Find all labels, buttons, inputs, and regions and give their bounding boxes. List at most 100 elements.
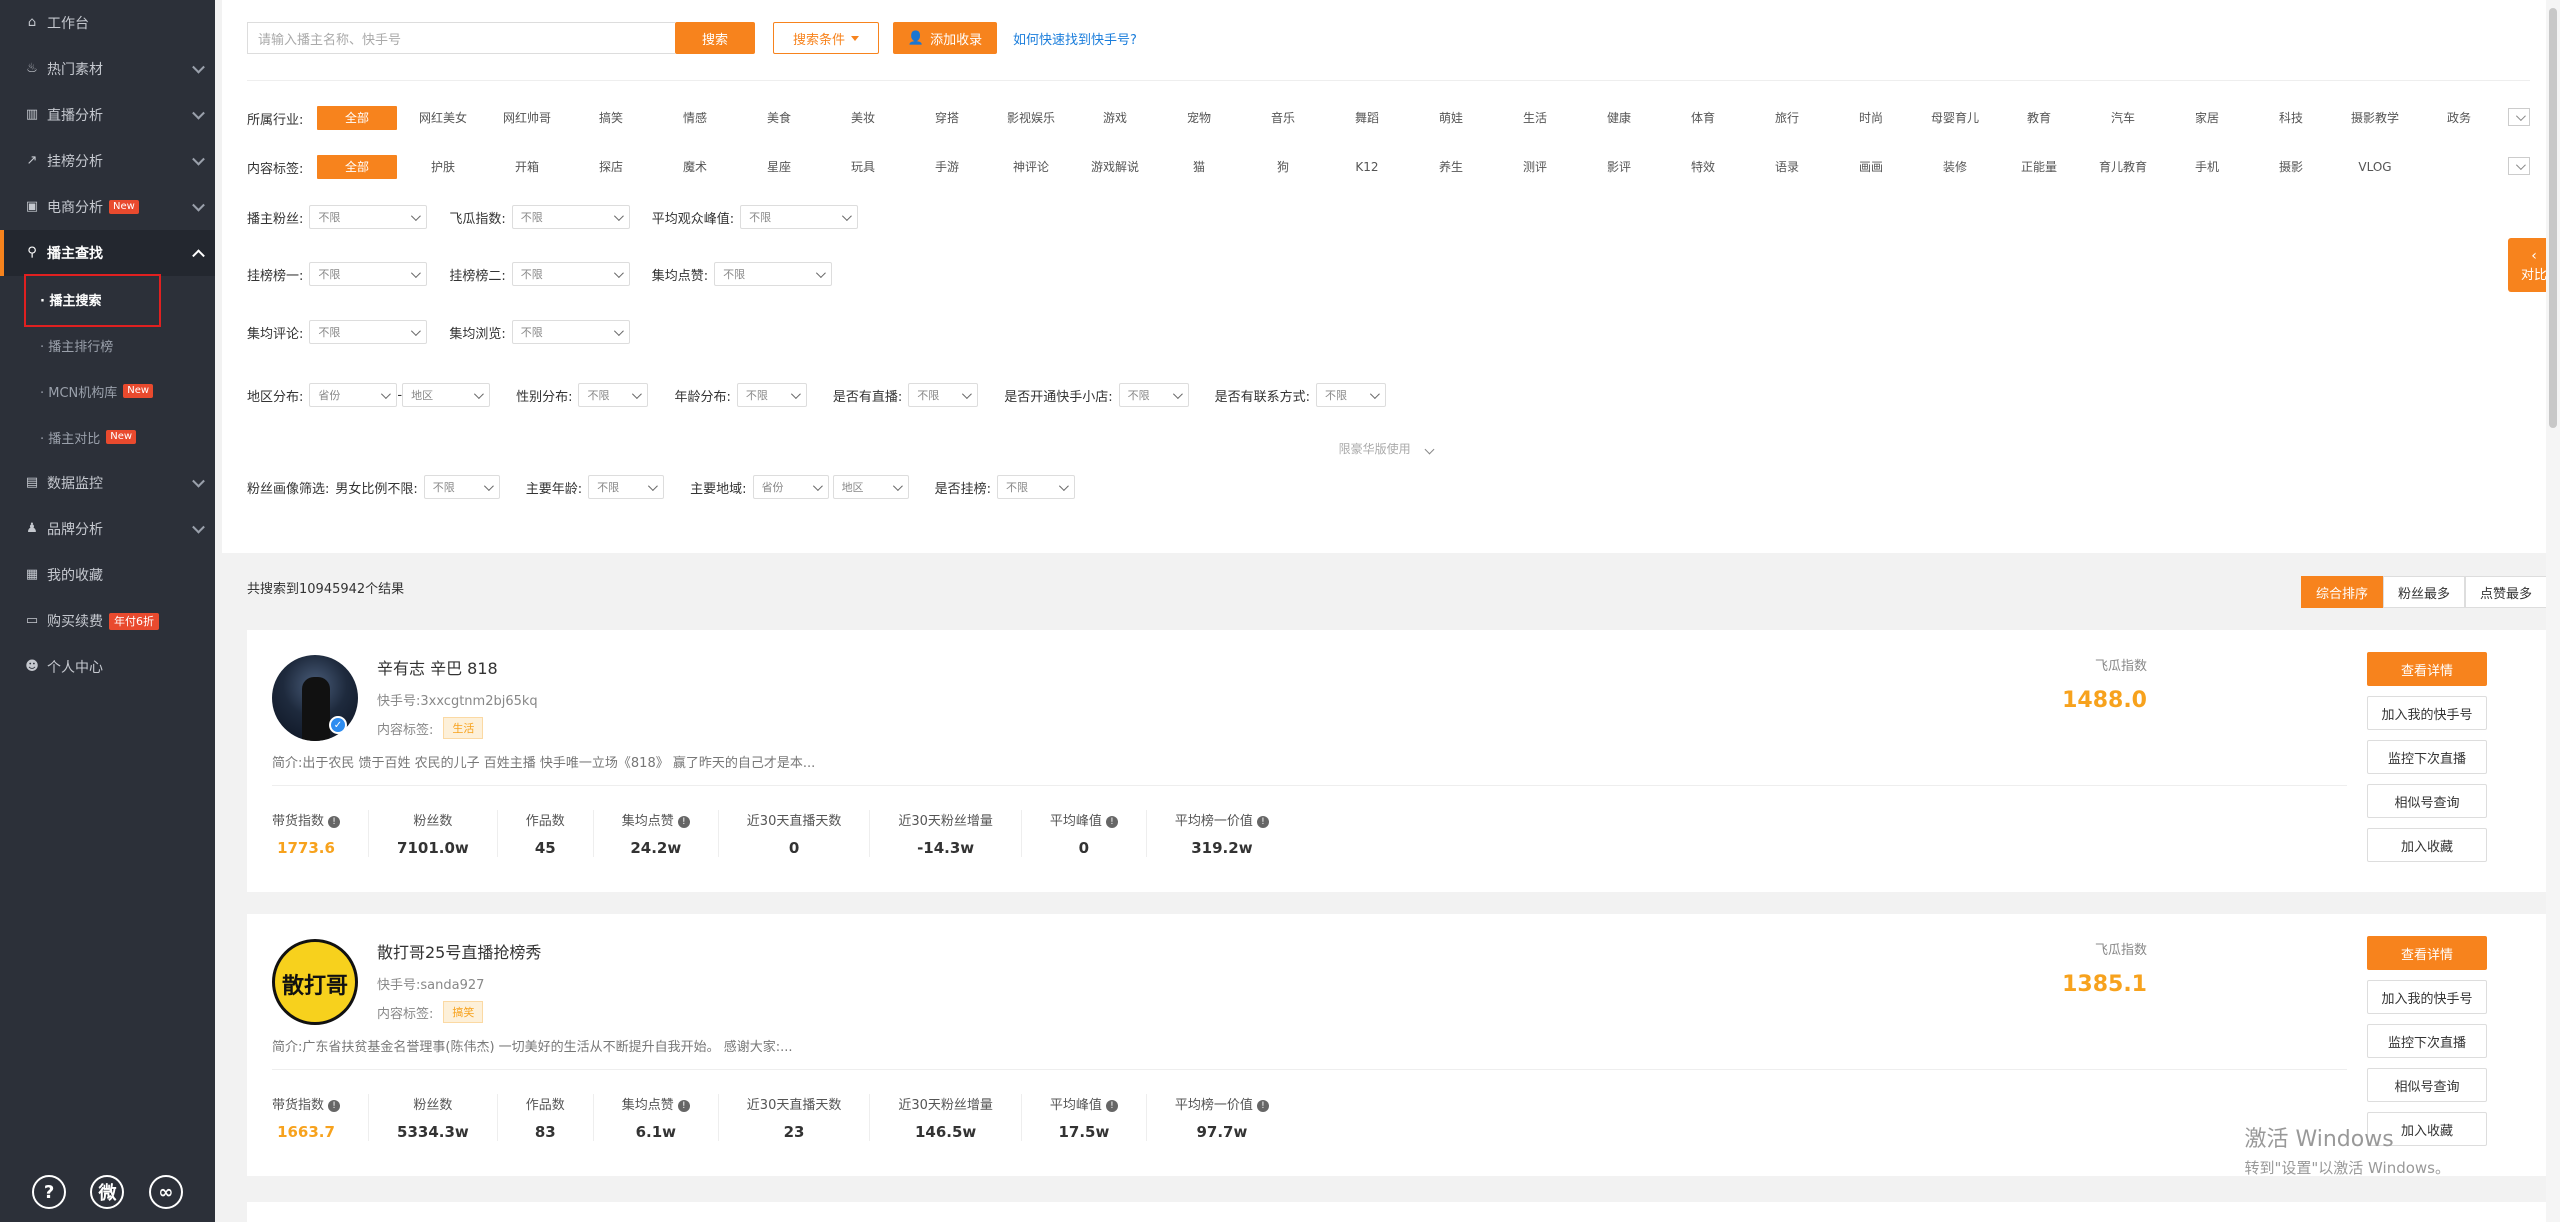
influencer-name[interactable]: 散打哥25号直播抢榜秀: [377, 939, 541, 963]
content-chip[interactable]: 装修: [1913, 155, 1997, 179]
content-chip[interactable]: 摄影: [2249, 155, 2333, 179]
sidebar-item-user[interactable]: ☻ 个人中心: [0, 644, 215, 690]
scrollbar[interactable]: [2546, 0, 2560, 1222]
content-chip[interactable]: 全部: [317, 155, 397, 179]
action-button[interactable]: 加入收藏: [2367, 828, 2487, 862]
expand-industry-icon[interactable]: [2508, 108, 2530, 126]
search-conditions-button[interactable]: 搜索条件: [773, 22, 879, 54]
filter-dropdown[interactable]: 不限: [714, 262, 833, 286]
industry-chip[interactable]: 母婴育儿: [1913, 106, 1997, 130]
content-chip[interactable]: 手机: [2165, 155, 2249, 179]
industry-chip[interactable]: 全部: [317, 106, 397, 130]
search-button[interactable]: 搜索: [675, 22, 755, 54]
sidebar-item-home[interactable]: ⌂ 工作台: [0, 0, 215, 46]
filter-dropdown[interactable]: 不限: [588, 475, 665, 499]
filter-dropdown[interactable]: 不限: [423, 475, 500, 499]
industry-chip[interactable]: 穿搭: [905, 106, 989, 130]
content-chip[interactable]: 猫: [1157, 155, 1241, 179]
filter-dropdown[interactable]: 不限: [309, 320, 428, 344]
industry-chip[interactable]: 情感: [653, 106, 737, 130]
info-icon[interactable]: !: [677, 815, 690, 828]
action-button[interactable]: 相似号查询: [2367, 784, 2487, 818]
sort-tab[interactable]: 粉丝最多: [2382, 576, 2465, 608]
industry-chip[interactable]: 旅行: [1745, 106, 1829, 130]
action-button[interactable]: 监控下次直播: [2367, 740, 2487, 774]
info-icon[interactable]: !: [1105, 815, 1118, 828]
industry-chip[interactable]: 宠物: [1157, 106, 1241, 130]
sidebar-item-shop[interactable]: ▣ 电商分析 New: [0, 184, 215, 230]
content-chip[interactable]: 正能量: [1997, 155, 2081, 179]
industry-chip[interactable]: 体育: [1661, 106, 1745, 130]
industry-chip[interactable]: 美食: [737, 106, 821, 130]
filter-dropdown[interactable]: 不限: [996, 475, 1075, 499]
content-chip[interactable]: 测评: [1493, 155, 1577, 179]
content-chip[interactable]: 开箱: [485, 155, 569, 179]
sidebar-item-trend[interactable]: ↗ 挂榜分析: [0, 138, 215, 184]
filter-dropdown[interactable]: 不限: [511, 205, 630, 229]
filter-dropdown[interactable]: 地区: [402, 383, 491, 407]
filter-dropdown[interactable]: 地区: [832, 475, 909, 499]
filter-dropdown[interactable]: 不限: [908, 383, 979, 407]
industry-chip[interactable]: 音乐: [1241, 106, 1325, 130]
sidebar-item-bar-chart[interactable]: ▥ 直播分析: [0, 92, 215, 138]
add-record-button[interactable]: 👤 添加收录: [893, 22, 997, 54]
industry-chip[interactable]: 网红帅哥: [485, 106, 569, 130]
help-icon[interactable]: ?: [32, 1175, 67, 1209]
content-chip[interactable]: 星座: [737, 155, 821, 179]
filter-dropdown[interactable]: 不限: [1316, 383, 1387, 407]
content-chip[interactable]: 养生: [1409, 155, 1493, 179]
search-input[interactable]: 请输入播主名称、快手号: [247, 22, 675, 54]
industry-chip[interactable]: 美妆: [821, 106, 905, 130]
sidebar-item-fire[interactable]: ♨ 热门素材: [0, 46, 215, 92]
chevron-down-icon[interactable]: [1424, 444, 1435, 455]
action-button[interactable]: 加入我的快手号: [2367, 980, 2487, 1014]
sidebar-sub-item[interactable]: · 播主搜索: [0, 274, 215, 327]
sidebar-item-search[interactable]: ⚲ 播主查找: [0, 230, 215, 276]
filter-dropdown[interactable]: 不限: [578, 383, 649, 407]
industry-chip[interactable]: 萌娃: [1409, 106, 1493, 130]
content-chip[interactable]: 特效: [1661, 155, 1745, 179]
content-chip[interactable]: 游戏解说: [1073, 155, 1157, 179]
filter-dropdown[interactable]: 不限: [511, 262, 630, 286]
info-icon[interactable]: !: [1256, 1099, 1269, 1112]
action-button[interactable]: 相似号查询: [2367, 1068, 2487, 1102]
content-chip[interactable]: VLOG: [2333, 155, 2417, 179]
industry-chip[interactable]: 摄影教学: [2333, 106, 2417, 130]
filter-dropdown[interactable]: 不限: [309, 262, 428, 286]
industry-chip[interactable]: 家居: [2165, 106, 2249, 130]
link-icon[interactable]: ∞: [148, 1175, 183, 1209]
industry-chip[interactable]: 网红美女: [401, 106, 485, 130]
scrollbar-thumb[interactable]: [2549, 8, 2557, 428]
avatar[interactable]: 散打哥: [272, 939, 358, 1025]
sort-tab[interactable]: 综合排序: [2300, 576, 2383, 608]
action-button[interactable]: 查看详情: [2367, 652, 2487, 686]
sidebar-sub-item[interactable]: · MCN机构库 New: [0, 368, 215, 414]
content-chip[interactable]: 语录: [1745, 155, 1829, 179]
filter-dropdown[interactable]: 省份: [752, 475, 829, 499]
industry-chip[interactable]: 教育: [1997, 106, 2081, 130]
filter-dropdown[interactable]: 不限: [309, 205, 428, 229]
industry-chip[interactable]: 时尚: [1829, 106, 1913, 130]
info-icon[interactable]: !: [328, 1099, 341, 1112]
filter-dropdown[interactable]: 不限: [740, 205, 859, 229]
sidebar-item-favorite[interactable]: ▦ 我的收藏: [0, 552, 215, 598]
action-button[interactable]: 查看详情: [2367, 936, 2487, 970]
sidebar-sub-item[interactable]: · 播主排行榜: [0, 322, 215, 368]
content-chip[interactable]: 影评: [1577, 155, 1661, 179]
action-button[interactable]: 加入我的快手号: [2367, 696, 2487, 730]
filter-dropdown[interactable]: 不限: [736, 383, 807, 407]
info-icon[interactable]: !: [1105, 1099, 1118, 1112]
content-chip[interactable]: 玩具: [821, 155, 905, 179]
content-chip[interactable]: 手游: [905, 155, 989, 179]
industry-chip[interactable]: 影视娱乐: [989, 106, 1073, 130]
info-icon[interactable]: !: [677, 1099, 690, 1112]
info-icon[interactable]: !: [328, 815, 341, 828]
industry-chip[interactable]: 生活: [1493, 106, 1577, 130]
content-chip[interactable]: 护肤: [401, 155, 485, 179]
industry-chip[interactable]: 搞笑: [569, 106, 653, 130]
industry-chip[interactable]: 政务: [2417, 106, 2501, 130]
content-chip[interactable]: 画画: [1829, 155, 1913, 179]
sidebar-item-monitor[interactable]: ▤ 数据监控: [0, 460, 215, 506]
action-button[interactable]: 监控下次直播: [2367, 1024, 2487, 1058]
content-chip[interactable]: 魔术: [653, 155, 737, 179]
